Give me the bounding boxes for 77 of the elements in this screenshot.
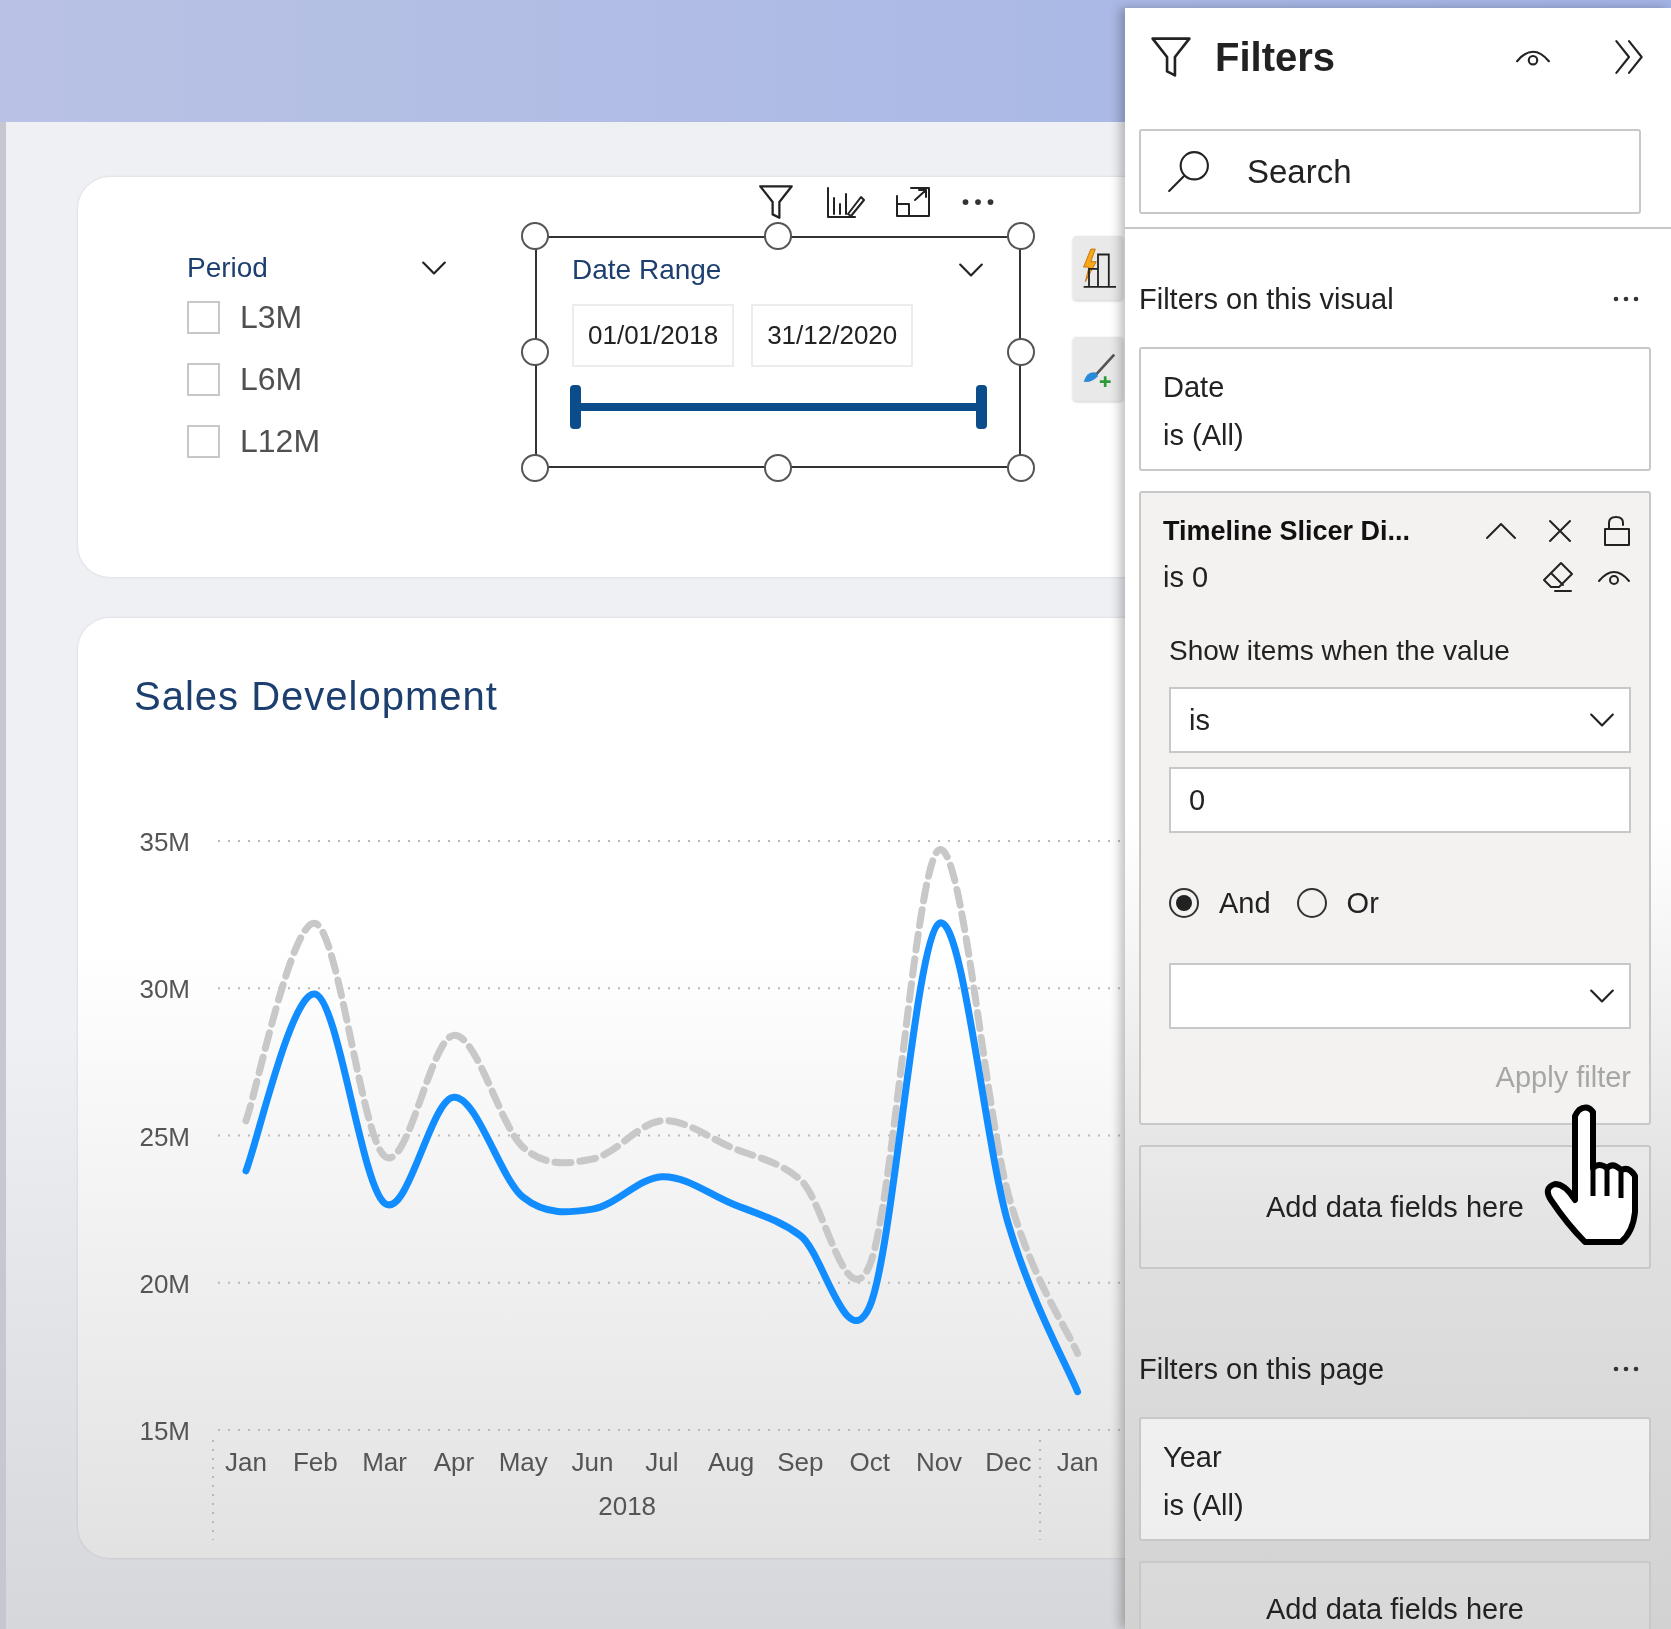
filter-condition: is (All) [1163,1488,1245,1523]
option-label[interactable]: L3M [240,298,303,336]
axis-label: Aug [707,1447,755,1477]
eraser-icon[interactable] [1541,561,1575,593]
resize-handle[interactable] [1007,338,1035,366]
close-icon[interactable] [1547,518,1573,544]
resize-handle[interactable] [521,222,549,250]
axis-label: Oct [849,1447,890,1477]
side-button[interactable] [1073,236,1123,300]
axis-label: 35M [139,827,190,857]
search-icon [1165,149,1211,193]
filter-card[interactable]: Date is (All) [1139,347,1651,471]
resize-handle[interactable] [521,454,549,482]
axis-label: 15M [139,1416,190,1446]
axis-label: Jan [225,1447,267,1477]
axis-label: 20M [139,1268,190,1299]
filter-icon [1149,36,1193,78]
chevron-down-icon [1589,712,1615,728]
pane-title: Filters [1215,34,1336,80]
chevron-down-icon [1589,988,1615,1004]
filter-field: Date [1163,363,1627,411]
drop-zone-text: Add data fields here [1266,1190,1524,1224]
slicer-title: Period [187,252,268,284]
checkbox[interactable] [187,300,220,334]
axis-label: Sep [777,1447,824,1477]
axis-label: Jan [1056,1447,1099,1477]
slicer-title: Date Range [572,254,722,286]
slider-handle[interactable] [570,385,581,429]
filter-condition: is 0 [1163,560,1209,595]
drop-zone[interactable]: Add data fields here [1139,1561,1651,1629]
checkbox[interactable] [187,424,220,458]
resize-handle[interactable] [1007,222,1035,250]
axis-label: 30M [139,974,190,1005]
resize-handle[interactable] [764,222,792,250]
checkbox[interactable] [187,362,220,396]
section-title: Filters on this page [1139,1352,1384,1386]
chevron-up-icon[interactable] [1485,522,1517,540]
axis-label: Nov [915,1447,963,1477]
chevron-down-icon[interactable] [421,260,447,276]
axis-title: 2018 [598,1491,657,1521]
axis-label: Apr [433,1447,475,1477]
collapse-icon[interactable] [1613,38,1645,76]
slider-handle[interactable] [976,385,987,429]
axis-label: Dec [985,1447,1032,1477]
resize-handle[interactable] [1007,454,1035,482]
drop-zone[interactable]: Add data fields here [1139,1145,1651,1269]
filter-condition: is (All) [1163,418,1245,453]
resize-handle[interactable] [764,454,792,482]
filter-card[interactable]: Year is (All) [1139,1417,1651,1541]
chart-pencil-icon[interactable] [825,184,865,220]
focus-mode-icon[interactable] [895,186,931,218]
search-field[interactable]: Search [1139,129,1641,214]
axis-label: Jul [645,1447,679,1477]
start-date-field[interactable]: 01/01/2018 [572,304,735,367]
filter-prompt: Show items when the value [1169,634,1511,668]
end-date-field[interactable]: 31/12/2020 [751,304,914,367]
chevron-down-icon[interactable] [958,262,984,278]
filter-field: Timeline Slicer Di... [1163,515,1411,547]
more-options-icon[interactable] [961,197,995,207]
resize-handle[interactable] [521,338,549,366]
section-title: Filters on this visual [1139,282,1394,316]
filter-icon[interactable] [757,184,795,220]
axis-label: Feb [292,1447,338,1477]
option-label[interactable]: L6M [240,360,303,398]
more-options-icon[interactable] [1611,295,1641,303]
axis-label: 25M [139,1121,190,1152]
filter-field: Year [1163,1433,1627,1481]
axis-label: May [498,1447,548,1477]
lock-icon[interactable] [1603,515,1631,547]
axis-label: Mar [362,1447,407,1477]
lightning-chart-icon [1080,247,1116,289]
dropdown-value: is [1189,703,1210,737]
option-label[interactable]: L12M [240,422,321,460]
more-options-icon[interactable] [1611,1365,1641,1373]
chart-title: Sales Development [134,674,498,719]
axis-label: Jun [571,1447,614,1477]
drop-zone-text: Add data fields here [1266,1593,1524,1626]
